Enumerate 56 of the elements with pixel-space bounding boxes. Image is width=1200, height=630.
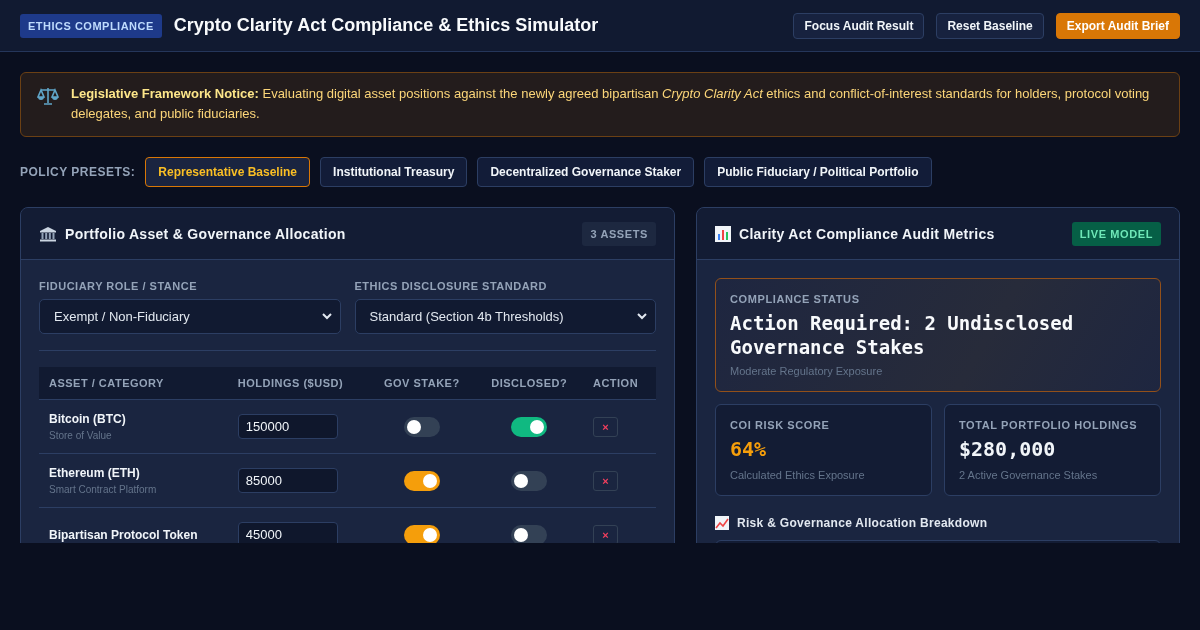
field-label: FIDUCIARY ROLE / STANCE	[39, 280, 198, 292]
metric-value: $280,000	[959, 437, 1057, 461]
metric-note: Calculated Ethics Exposure	[730, 469, 866, 481]
preset-button[interactable]: Representative Baseline	[145, 157, 311, 187]
holdings-input[interactable]: 150000	[237, 414, 338, 439]
asset-name: Bipartisan Protocol Token	[49, 527, 199, 542]
column-header: ASSET / CATEGORY	[39, 367, 228, 400]
gov-stake-toggle[interactable]	[403, 524, 440, 543]
asset-category: Smart Contract Platform	[49, 484, 158, 495]
column-header: ACTION	[582, 367, 656, 400]
breakdown-title: Risk & Governance Allocation Breakdown	[737, 516, 988, 530]
status-headline: Action Required: 2 Undisclosed Governance Stakes	[730, 311, 1075, 359]
remove-button[interactable]: ×	[592, 470, 618, 491]
category-badge: ETHICS COMPLIANCE	[20, 13, 162, 38]
bank-icon	[39, 225, 57, 242]
preset-button[interactable]: Decentralized Governance Staker	[477, 157, 695, 187]
app-title: Crypto Clarity Act Compliance & Ethics Simulator	[173, 15, 600, 36]
preset-button[interactable]: Institutional Treasury	[320, 157, 468, 187]
holdings-input[interactable]: 45000	[237, 522, 338, 543]
panel-title: Portfolio Asset & Governance Allocation	[65, 225, 347, 242]
column-header: HOLDINGS ($USD)	[227, 367, 369, 400]
bar-chart-icon	[715, 225, 731, 242]
scales-icon	[37, 86, 59, 106]
asset-count-badge: 3 ASSETS	[582, 221, 656, 246]
line-chart-icon	[715, 516, 729, 530]
holdings-input[interactable]: 85000	[237, 468, 338, 493]
metric-label: COI RISK SCORE	[730, 419, 831, 431]
field-label: ETHICS DISCLOSURE STANDARD	[354, 280, 548, 292]
status-note: Moderate Regulatory Exposure	[730, 365, 884, 377]
panel-title: Clarity Act Compliance Audit Metrics	[739, 225, 996, 242]
status-label: COMPLIANCE STATUS	[730, 293, 861, 305]
disclosed-toggle[interactable]	[511, 416, 548, 437]
header-button[interactable]: Reset Baseline	[936, 12, 1044, 39]
disclosed-toggle[interactable]	[511, 470, 548, 491]
dropdown-field[interactable]: Exempt / Non-Fiduciary	[39, 299, 341, 334]
header-button[interactable]: Focus Audit Result	[793, 12, 925, 39]
metric-value: 64%	[730, 437, 768, 461]
gov-stake-toggle[interactable]	[403, 416, 440, 437]
metric-note: 2 Active Governance Stakes	[959, 469, 1099, 481]
remove-button[interactable]: ×	[592, 524, 618, 543]
asset-name: Ethereum (ETH)	[49, 466, 141, 480]
chevron-down-icon	[321, 313, 332, 320]
asset-name: Bitcoin (BTC)	[49, 412, 127, 426]
notice-text: Legislative Framework Notice: Evaluating digital asset positions against the newly agreed bipartisan Crypto Clarity Act ethics and conflict-of-interest standards for holders, protocol voting delegates, and public fiduciaries.	[71, 85, 1151, 123]
disclosed-toggle[interactable]	[511, 524, 548, 543]
chevron-down-icon	[637, 313, 647, 320]
asset-category: Store of Value	[49, 430, 113, 441]
dropdown-field[interactable]: Standard (Section 4b Thresholds)	[354, 299, 656, 334]
presets-label: POLICY PRESETS:	[20, 165, 136, 179]
metric-label: TOTAL PORTFOLIO HOLDINGS	[959, 419, 1139, 431]
live-model-badge: LIVE MODEL	[1071, 221, 1161, 246]
gov-stake-toggle[interactable]	[403, 470, 440, 491]
preset-button[interactable]: Public Fiduciary / Political Portfolio	[704, 157, 932, 187]
remove-button[interactable]: ×	[592, 416, 618, 437]
column-header: GOV STAKE?	[368, 367, 476, 400]
column-header: DISCLOSED?	[475, 367, 583, 400]
